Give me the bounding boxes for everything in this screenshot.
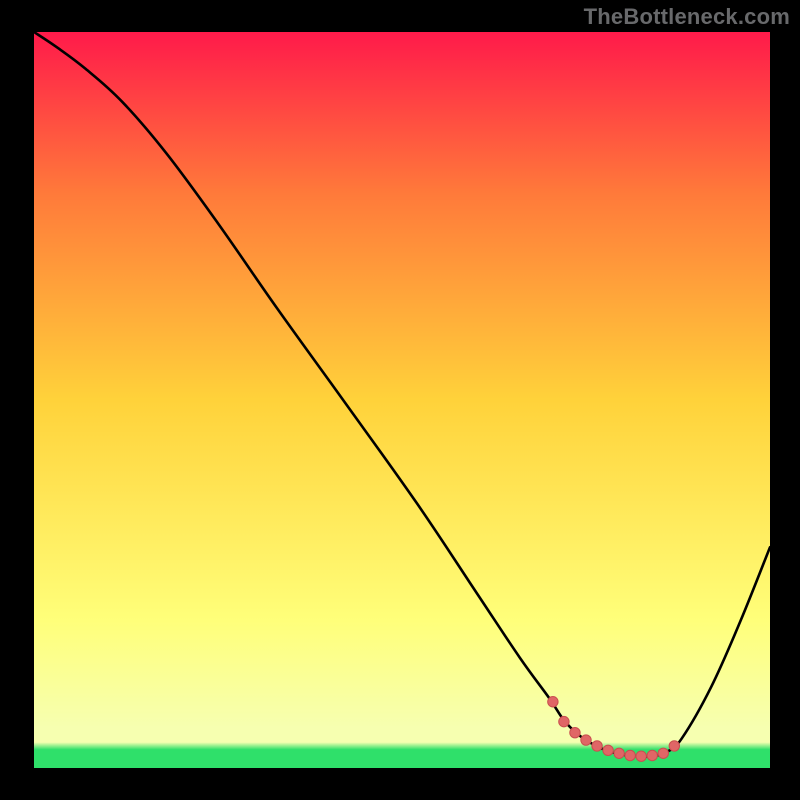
optimal-marker [570, 727, 580, 737]
watermark-text: TheBottleneck.com [584, 4, 790, 30]
optimal-marker [647, 750, 657, 760]
optimal-marker [614, 748, 624, 758]
optimal-marker [581, 735, 591, 745]
optimal-marker [669, 741, 679, 751]
optimal-marker [636, 751, 646, 761]
gradient-background [34, 32, 770, 768]
plot-area [34, 32, 770, 768]
optimal-marker [658, 748, 668, 758]
optimal-marker [592, 741, 602, 751]
optimal-marker [548, 697, 558, 707]
optimal-marker [625, 750, 635, 760]
plot-svg [34, 32, 770, 768]
optimal-marker [559, 716, 569, 726]
optimal-marker [603, 745, 613, 755]
chart-frame: TheBottleneck.com [0, 0, 800, 800]
